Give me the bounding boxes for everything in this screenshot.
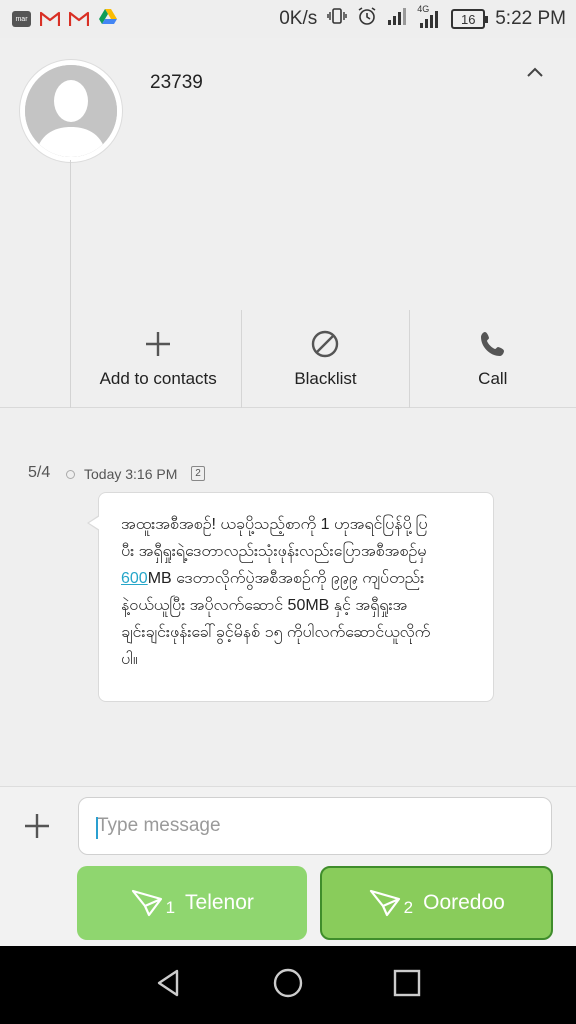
- blacklist-button[interactable]: Blacklist: [241, 310, 408, 408]
- message-bubble[interactable]: အထူးအစီအစဉ်! ယခုပို့သည့်စာကို 1 ဟုအရင်ပြ…: [87, 492, 494, 702]
- message-line: ပီး အရှီရှုးရဲ့ဒေတာလည်းသုံးဖုန်းလည်းပြော…: [121, 543, 427, 560]
- contact-number: 23739: [150, 72, 203, 93]
- add-to-contacts-label: Add to contacts: [99, 369, 217, 388]
- phone-icon: [480, 332, 504, 356]
- timeline-dot: [66, 470, 75, 479]
- contact-actions: Add to contacts Blacklist Call: [75, 310, 576, 408]
- call-label: Call: [478, 369, 508, 388]
- blacklist-label: Blacklist: [294, 369, 357, 388]
- gmail-icon: [39, 11, 61, 27]
- send-buttons: 1 Telenor 2 Ooredoo: [77, 866, 553, 940]
- carrier-label: Ooredoo: [423, 891, 505, 914]
- avatar[interactable]: [20, 60, 122, 162]
- sim-badge: 2: [191, 466, 205, 481]
- compose-area: 1 Telenor 2 Ooredoo: [0, 786, 576, 946]
- message-input-box[interactable]: [78, 797, 552, 855]
- back-button[interactable]: [153, 967, 185, 1004]
- home-icon: [273, 968, 303, 997]
- message-line: 600MB ဒေတာလိုက်ပွဲအစီအစဉ်ကို ၉၉၉ ကျပ်တည်…: [121, 565, 471, 592]
- text-caret: [96, 817, 98, 839]
- message-line-text: MB ဒေတာလိုက်ပွဲအစီအစဉ်ကို ၉၉၉ ကျပ်တည်း: [147, 570, 425, 587]
- default-avatar-icon: [25, 65, 117, 157]
- sim-number: 1: [165, 898, 176, 917]
- gmail-icon: [68, 11, 90, 27]
- alarm-icon: [357, 6, 377, 32]
- recents-icon: [393, 969, 420, 996]
- home-button[interactable]: [272, 967, 304, 1004]
- clock: 5:22 PM: [495, 8, 566, 29]
- call-button[interactable]: Call: [408, 310, 576, 408]
- conversation[interactable]: 5/4 Today 3:16 PM 2 အထူးအစီအစဉ်! ယခုပို့…: [0, 408, 576, 786]
- message-time: Today 3:16 PM: [84, 466, 178, 482]
- plus-icon: [25, 814, 49, 838]
- carrier-label: Telenor: [185, 891, 254, 914]
- send-sim2-button[interactable]: 2 Ooredoo: [319, 866, 553, 940]
- sim-number: 2: [403, 898, 414, 917]
- status-bar: mar 0K/s 4G 16 5:22 PM: [0, 0, 576, 38]
- add-attachment-button[interactable]: [22, 811, 52, 841]
- block-icon: [312, 330, 339, 358]
- plus-icon: [146, 332, 171, 356]
- send-sim1-button[interactable]: 1 Telenor: [77, 866, 307, 940]
- signal-icon: [387, 7, 409, 31]
- message-date: 5/4: [28, 464, 51, 481]
- message-line: ပါ။: [121, 651, 138, 668]
- app-icon: mar: [12, 11, 31, 27]
- message-input[interactable]: [79, 798, 551, 854]
- chevron-up-icon[interactable]: [524, 62, 546, 84]
- vibrate-icon: [327, 6, 347, 32]
- contact-header: 23739 Add to contacts Blacklist Call: [0, 38, 576, 408]
- navigation-bar: [0, 946, 576, 1024]
- send-icon: [369, 889, 400, 917]
- network-speed: 0K/s: [279, 8, 318, 29]
- add-to-contacts-button[interactable]: Add to contacts: [75, 310, 241, 408]
- message-date-row: 5/4 Today 3:16 PM 2: [0, 464, 576, 484]
- message-line: ချင်းချင်းဖုန်းခေါ်ခွင့်မိနစ် ၁၅ ကိုပါလက…: [121, 624, 431, 641]
- battery-icon: 16: [451, 9, 489, 29]
- message-line: အထူးအစီအစဉ်! ယခုပို့သည့်စာကို 1 ဟုအရင်ပြ…: [121, 516, 428, 533]
- drive-icon: [98, 8, 118, 31]
- message-line: နဲ့ဝယ်ယူပြီး အပိုလက်ဆောင် 50MB နှင့် အရှ…: [121, 597, 408, 614]
- recents-button[interactable]: [391, 967, 423, 1004]
- back-icon: [158, 969, 179, 996]
- message-number-link[interactable]: 600: [121, 570, 148, 587]
- signal-4g-icon: 4G: [417, 4, 441, 28]
- send-icon: [131, 889, 162, 917]
